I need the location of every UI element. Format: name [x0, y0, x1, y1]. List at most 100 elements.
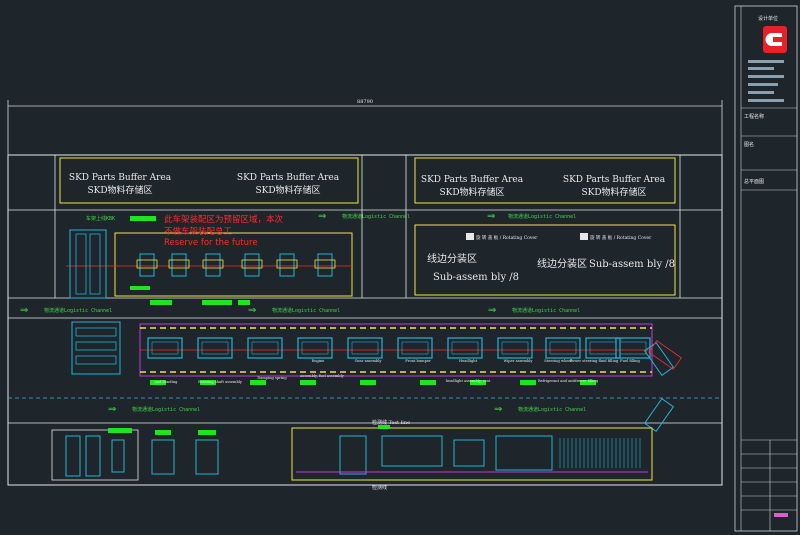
sub-line-station: [85, 435, 101, 477]
logistic-channel-label-4: 物流通道Logistic Channel: [272, 307, 340, 314]
vehicle-station: [545, 337, 581, 359]
dimension-value: 88790: [357, 99, 373, 105]
arrow-icon: ⇒: [494, 404, 502, 415]
title-line-3: [748, 75, 784, 78]
station-marker: [360, 380, 376, 385]
sub-assembly-2-cn: 线边分装区: [537, 257, 587, 270]
vehicle-body: [301, 341, 329, 355]
logistic-channel-label-7: 物流通道Logistic Channel: [518, 406, 586, 413]
rotating-cover-icon: [580, 233, 588, 240]
buffer-area-3-en: SKD Parts Buffer Area: [421, 175, 524, 185]
arrow-icon: ⇒: [318, 211, 326, 222]
station-label-gear: Gear assembly: [355, 359, 383, 363]
test-bench: [381, 435, 443, 467]
station-label-fuel: Fuel filling: [620, 359, 640, 363]
vehicle-station: [585, 337, 621, 359]
title-line-4: [748, 83, 778, 86]
kbk-label: 车架上线KBK: [86, 215, 115, 222]
arrow-icon: ⇒: [248, 305, 256, 316]
arrow-icon: ⇒: [487, 211, 495, 222]
title-line-6: [748, 99, 784, 102]
logistic-channel-middle: ⇒ 物流通道Logistic Channel ⇒ 物流通道Logistic Ch…: [20, 305, 580, 316]
frame-station: [205, 253, 221, 277]
vehicle-station: [615, 337, 651, 359]
reserved-marker: [238, 300, 250, 305]
logistic-channel-bottom: ⇒ 物流通道Logistic Channel ⇒ 物流通道Logistic Ch…: [108, 404, 586, 415]
sub-line-marker: [198, 430, 216, 435]
vehicle-body: [201, 341, 229, 355]
logistic-channel-label-3: 物流通道Logistic Channel: [44, 307, 112, 314]
line-start-slot: [75, 327, 117, 337]
vehicle-body: [501, 341, 529, 355]
frame-station: [317, 253, 333, 277]
station-label-steering: Steering wheel: [544, 359, 572, 363]
test-bench: [453, 439, 485, 467]
sub-line-marker: [155, 430, 171, 435]
frame-station: [171, 253, 187, 277]
buffer-area-2-cn: SKD物料存储区: [255, 184, 320, 196]
buffer-zone-left: SKD Parts Buffer Area SKD物料存储区 SKD Parts…: [59, 157, 359, 204]
station-marker: [250, 380, 266, 385]
kbk-marker: [130, 216, 156, 221]
logistic-channel-top: 车架上线KBK ⇒ 物流通道Logistic Channel ⇒ 物流通道Log…: [86, 211, 576, 222]
frame-station: [139, 253, 155, 277]
title-block: 设计单位 工程名称 图名 总平面图: [734, 5, 798, 532]
reserved-note-line-2: 不做车架装配总工: [164, 226, 233, 237]
test-booth: [339, 435, 367, 475]
main-assembly-line: Engine Gear assembly Front bumper Headli…: [71, 321, 682, 432]
sub-line-station: [195, 439, 219, 475]
lower-label-bonding: and bonding: [155, 380, 178, 384]
frame-rail-right: [89, 233, 101, 295]
arrow-icon: ⇒: [20, 305, 28, 316]
frame-loading-station: [69, 229, 107, 299]
vehicle-body: [619, 341, 647, 355]
title-line-2: [748, 67, 774, 70]
vehicle-body: [549, 341, 577, 355]
revision-mark: [774, 513, 788, 517]
logistic-channel-label-6: 物流通道Logistic Channel: [132, 406, 200, 413]
drawing-label: 图名: [744, 141, 754, 148]
lower-label-headlight-seat: headlight assembly, seat: [446, 379, 491, 383]
frame-station: [279, 253, 295, 277]
vehicle-station: [447, 337, 483, 359]
sub-line-zone: [51, 429, 139, 481]
overall-dimension: 88790: [7, 99, 723, 155]
test-line-hatch: [559, 438, 641, 468]
reserved-marker: [150, 300, 172, 305]
reserved-marker: [202, 300, 232, 305]
reserved-note-line-1: 此车架装配区为预留区域，本次: [164, 214, 284, 225]
rotating-cover-icon: [466, 233, 474, 240]
buffer-area-3-cn: SKD物料存储区: [439, 186, 504, 198]
reserved-note-line-3: Reserve for the future: [164, 238, 258, 248]
line-start-station: [71, 321, 121, 375]
title-line-1: [748, 60, 784, 63]
sub-assembly-1-cn: 线边分装区: [427, 252, 477, 265]
vehicle-station: [297, 337, 333, 359]
logistic-channel-label-5: 物流通道Logistic Channel: [512, 307, 580, 314]
station-marker: [520, 380, 536, 385]
reserved-stations: [136, 253, 336, 277]
vehicle-body: [589, 341, 617, 355]
transfer-station: [643, 398, 675, 432]
arrow-icon: ⇒: [108, 404, 116, 415]
bottom-area: 检测线 Test line 检测线: [51, 419, 653, 491]
vehicle-body: [151, 341, 179, 355]
vehicle-body: [451, 341, 479, 355]
layout-drawing: 设计单位 工程名称 图名 总平面图 88790 SKD Parts Buffer…: [7, 5, 798, 532]
lower-label-fuel-assembly: assembly, fuel assembly: [300, 374, 345, 378]
lower-label-refrigerant: Refrigerant and antifreeze filling: [538, 379, 599, 383]
frame-rail-left: [75, 233, 87, 295]
vehicle-station: [347, 337, 383, 359]
title-line-5: [748, 91, 774, 94]
line-start-slot: [75, 355, 117, 365]
sub-assembly-area: 旋 转 盖 板 / Rotating Cover 旋 转 盖 板 / Rotat…: [414, 224, 676, 296]
vehicle-body: [351, 341, 379, 355]
vehicle-body: [401, 341, 429, 355]
station-label-power-steering: Power steering fluid filling: [570, 359, 619, 363]
station-label-engine: Engine: [312, 359, 325, 363]
drawing-no-label: 总平面图: [744, 178, 764, 185]
sub-line-station: [65, 435, 81, 477]
sub-line-marker: [108, 428, 132, 433]
frame-station: [244, 253, 260, 277]
sub-assembly-2-en: Sub-assem bly /8: [589, 259, 675, 270]
